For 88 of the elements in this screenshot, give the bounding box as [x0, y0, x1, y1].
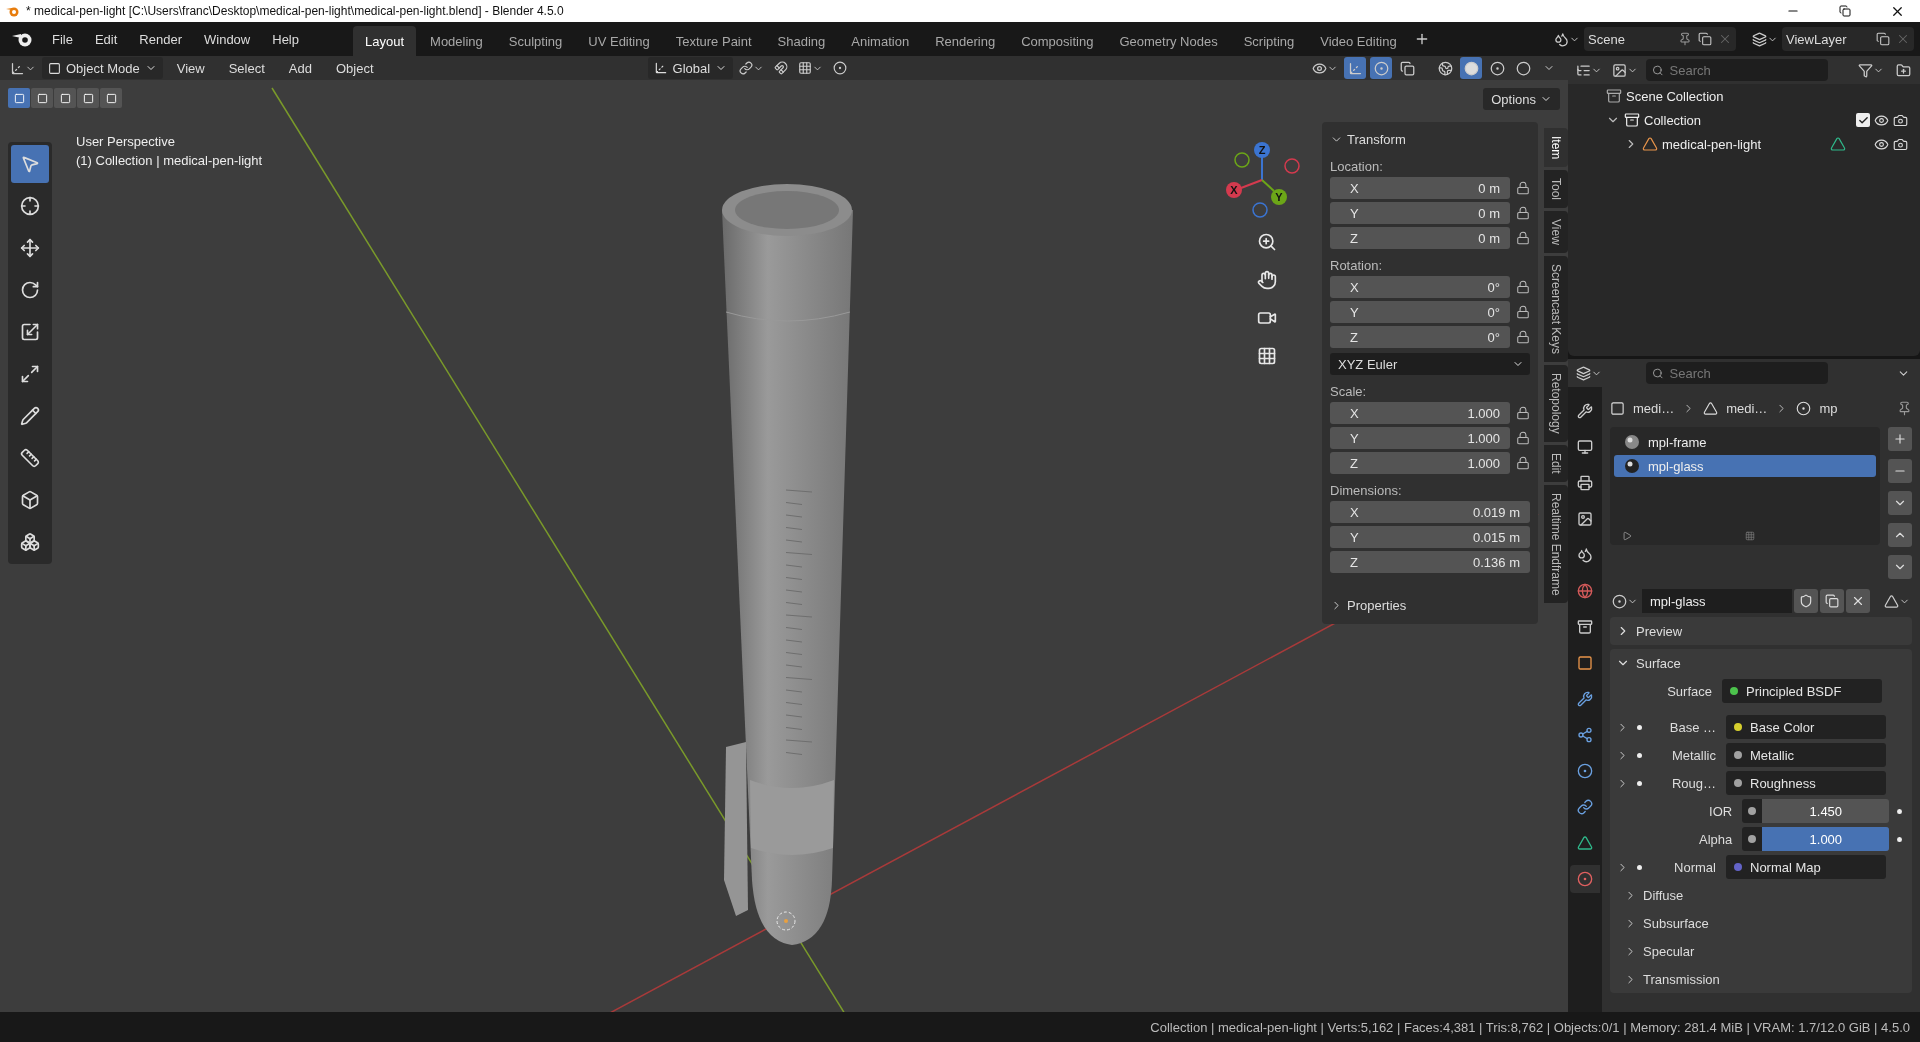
group-label: Rotation: [1330, 258, 1384, 273]
workspace-tab[interactable]: Animation [839, 26, 922, 56]
number-field[interactable]: Y 0 m [1330, 202, 1510, 224]
input-label: Normal [1673, 859, 1717, 875]
workspace-tab[interactable]: Geometry Nodes [1107, 26, 1230, 56]
workspace-tab[interactable]: Shading [765, 26, 838, 56]
number-field[interactable]: Y 1.000 [1330, 427, 1510, 449]
number-field[interactable]: X 1.000 [1330, 402, 1510, 424]
menu-item[interactable]: Add [278, 56, 322, 80]
outliner-item[interactable]: Scene Collection [1626, 88, 1724, 104]
menu-item[interactable]: View [166, 56, 215, 80]
material-slot[interactable]: mpl-glass [1614, 455, 1876, 477]
axis-handle[interactable]: Y [1261, 179, 1287, 205]
group-label: Dimensions: [1330, 483, 1403, 498]
rotation-mode-dropdown[interactable]: XYZ Euler [1330, 353, 1530, 375]
view-info-text: (1) Collection | medical-pen-light [76, 153, 263, 168]
input-link-field[interactable]: Base Color [1726, 715, 1886, 739]
outliner-item[interactable]: Collection [1644, 112, 1702, 128]
menu-item[interactable]: File [42, 27, 83, 51]
options-dropdown[interactable]: Options [1483, 88, 1560, 110]
material-slot[interactable]: mpl-frame [1614, 431, 1876, 453]
number-field[interactable]: Y 0° [1330, 301, 1510, 323]
mode-dropdown[interactable]: Object Mode [42, 57, 163, 79]
menu-item[interactable]: Help [262, 27, 309, 51]
input-label: Metallic [1670, 747, 1717, 763]
menu-item[interactable]: Render [129, 27, 192, 51]
axis-handle[interactable]: X [1226, 179, 1263, 198]
subpanel-title[interactable]: Transmission [1643, 971, 1906, 987]
menu-item[interactable]: Edit [84, 27, 128, 51]
sidebar-tab[interactable]: View [1544, 211, 1568, 254]
number-field[interactable]: X 0 m [1330, 177, 1510, 199]
sidebar-tab[interactable]: Item [1544, 128, 1568, 168]
search-field[interactable]: Search [1646, 362, 1828, 384]
input-link-field[interactable]: Roughness [1726, 771, 1886, 795]
workspace-tab[interactable]: Scripting [1231, 26, 1307, 56]
breadcrumb-item: medi… [1633, 400, 1675, 416]
panel-title[interactable]: Transform [1347, 131, 1530, 147]
menu-item[interactable]: Window [194, 27, 261, 51]
sidebar-tab[interactable]: Realtime Endframe [1544, 484, 1568, 604]
workspace-tab[interactable]: Compositing [1009, 26, 1106, 56]
workspace-tab[interactable]: Texture Paint [663, 26, 764, 56]
breadcrumb-item: mp [1819, 400, 1838, 416]
view-layer-field[interactable]: ViewLayer [1782, 27, 1914, 51]
workspace-tab[interactable]: Rendering [923, 26, 1008, 56]
menu-item[interactable]: Select [218, 56, 275, 80]
input-label: Roug… [1670, 775, 1717, 791]
number-field[interactable]: Z 1.000 [1330, 452, 1510, 474]
workspace-tab[interactable]: Video Editing [1308, 26, 1409, 56]
search-field[interactable]: Search [1646, 59, 1828, 81]
orientation-dropdown[interactable]: Global [647, 57, 734, 79]
panel-title[interactable]: Preview [1636, 623, 1906, 639]
workspace-tab[interactable]: UV Editing [576, 26, 662, 56]
number-field[interactable]: Z 0 m [1330, 227, 1510, 249]
shader-field[interactable]: Principled BSDF [1722, 679, 1882, 703]
window-title: * medical-pen-light [C:\Users\franc\Desktop\medical-pen-light\medical-pen-light.blend] - Blender 4.5.0 [26, 4, 565, 18]
number-field[interactable]: Z 0° [1330, 326, 1510, 348]
number-field[interactable]: X 0.019 m [1330, 501, 1530, 523]
sidebar-tab[interactable]: Tool [1544, 170, 1568, 209]
sidebar-tab[interactable]: Edit [1544, 444, 1568, 482]
subpanel-title[interactable]: Specular [1643, 943, 1906, 959]
scene-field[interactable]: Scene [1584, 27, 1736, 51]
number-field[interactable]: X 0° [1330, 276, 1510, 298]
workspace-tab[interactable]: Sculpting [496, 26, 575, 56]
group-label: Location: [1330, 159, 1384, 174]
workspace-tab[interactable]: Layout [353, 26, 417, 56]
outliner-item[interactable]: medical-pen-light [1662, 136, 1761, 152]
subpanel-title[interactable]: Subsurface [1643, 915, 1906, 931]
status-text: Collection | medical-pen-light | Verts:5,162 | Faces:4,381 | Tris:8,762 | Objects:0/1 | Memory: 281.4 MiB | VRAM: 1.7/12.0 GiB | 4.5.0 [1150, 1019, 1910, 1035]
group-label: Scale: [1330, 384, 1368, 399]
panel-title[interactable]: Surface [1636, 655, 1906, 671]
menu-item[interactable]: Object [325, 56, 384, 80]
workspace-tab[interactable]: Modeling [418, 26, 495, 56]
sidebar-tab[interactable]: Screencast Keys [1544, 256, 1568, 363]
input-label: Surface [1666, 683, 1713, 699]
input-link-field[interactable]: Metallic [1726, 743, 1886, 767]
number-field[interactable]: Z 0.136 m [1330, 551, 1530, 573]
axis-handle[interactable]: Z [1254, 142, 1270, 181]
sidebar-tab[interactable]: Retopology [1544, 365, 1568, 442]
material-name-field[interactable]: mpl-glass [1642, 589, 1792, 613]
input-link-field[interactable]: Normal Map [1726, 855, 1886, 879]
number-field[interactable]: Y 0.015 m [1330, 526, 1530, 548]
panel-title[interactable]: Properties [1347, 597, 1530, 613]
subpanel-title[interactable]: Diffuse [1643, 887, 1906, 903]
view-name-text: User Perspective [76, 134, 175, 149]
input-label: Alpha [1698, 831, 1734, 847]
input-label: Base … [1668, 719, 1717, 735]
input-label: IOR [1708, 803, 1734, 819]
breadcrumb-item: medi… [1726, 400, 1768, 416]
